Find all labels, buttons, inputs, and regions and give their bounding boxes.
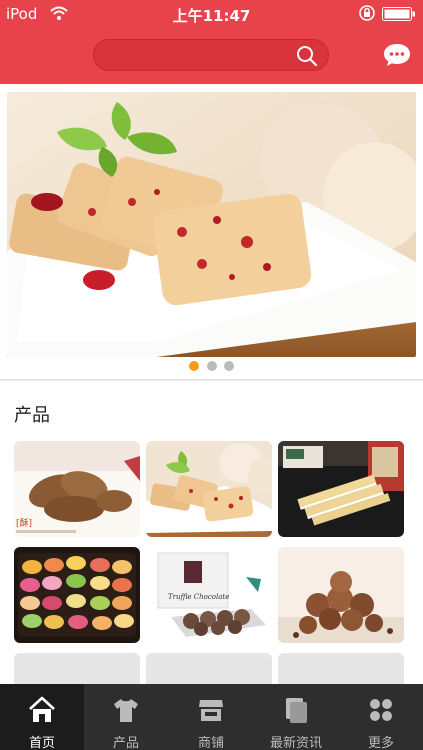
store-icon <box>199 700 223 721</box>
product-macarons[interactable] <box>14 547 140 643</box>
tab-label: 最新资讯 <box>269 736 322 750</box>
tab-news[interactable]: 最新资讯 <box>254 684 338 750</box>
tab-label: 更多 <box>367 736 394 750</box>
search-icon[interactable] <box>296 45 318 67</box>
carousel-dot[interactable] <box>189 361 200 371</box>
tshirt-icon <box>114 699 138 722</box>
app-screen: iPod 上午11:47 产品 [酥] Truffle Chocolate 首页… <box>0 0 423 750</box>
carousel-dot[interactable] <box>206 361 217 371</box>
home-icon <box>29 696 55 722</box>
tab-label: 首页 <box>28 736 55 750</box>
battery-icon <box>382 7 415 21</box>
search-input[interactable] <box>93 39 329 71</box>
banner-carousel[interactable] <box>0 84 423 380</box>
tab-home[interactable]: 首页 <box>0 684 84 750</box>
news-icon <box>286 698 307 723</box>
product-cocoa-truffles[interactable] <box>278 547 404 643</box>
rotation-lock-icon <box>359 5 375 21</box>
carousel-dot[interactable] <box>223 361 234 371</box>
banner-image[interactable] <box>7 92 416 357</box>
status-bar: iPod 上午11:47 <box>0 0 423 28</box>
grid-icon <box>370 699 392 721</box>
tab-store[interactable]: 商铺 <box>169 684 253 750</box>
chat-bubble-icon[interactable] <box>382 42 412 68</box>
brand-tag: [酥] <box>16 518 32 529</box>
chocolate-box-label: Truffle Chocolate <box>168 593 229 601</box>
product-sandwich-biscuits[interactable] <box>278 441 404 537</box>
tab-more[interactable]: 更多 <box>339 684 423 750</box>
tab-products[interactable]: 产品 <box>84 684 168 750</box>
tab-label: 商铺 <box>197 736 224 750</box>
tab-label: 产品 <box>112 736 139 750</box>
product-truffle-box[interactable]: Truffle Chocolate <box>146 547 272 643</box>
carousel-indicators <box>0 356 423 375</box>
product-pastry-twists[interactable]: [酥] <box>14 441 140 537</box>
tab-bar: 首页 产品 商铺 最新资讯 更多 <box>0 684 423 750</box>
products-section: 产品 [酥] Truffle Chocolate <box>0 381 423 693</box>
product-cranberry-cookies[interactable] <box>146 441 272 537</box>
section-title: 产品 <box>14 405 50 426</box>
app-header <box>0 28 423 84</box>
